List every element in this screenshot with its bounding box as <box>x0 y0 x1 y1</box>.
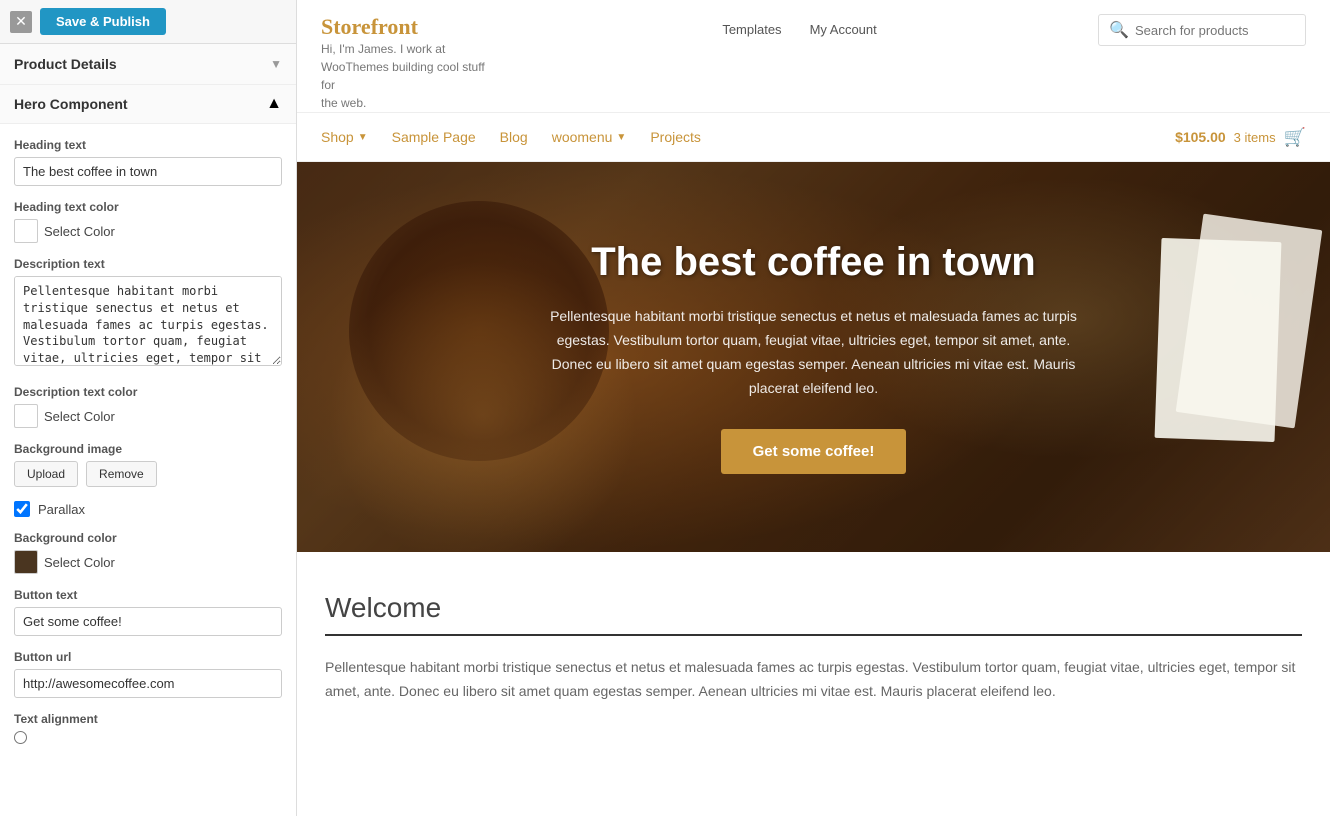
button-url-field: Button url <box>14 650 282 698</box>
right-panel: Storefront Hi, I'm James. I work at WooT… <box>297 0 1330 816</box>
woomenu-chevron-icon: ▼ <box>616 132 626 143</box>
storefront-subtitle: Hi, I'm James. I work at WooThemes build… <box>321 40 501 112</box>
heading-text-field: Heading text <box>14 138 282 186</box>
cart-amount: $105.00 <box>1175 129 1226 145</box>
product-details-section-header[interactable]: Product Details ▼ <box>0 44 296 85</box>
background-image-field: Background image Upload Remove <box>14 442 282 487</box>
description-color-row: Select Color <box>14 404 282 428</box>
background-color-label: Background color <box>14 531 282 545</box>
description-color-swatch[interactable] <box>14 404 38 428</box>
button-text-label: Button text <box>14 588 282 602</box>
hero-component-section-header[interactable]: Hero Component ▲ <box>0 85 296 124</box>
background-color-row: Select Color <box>14 550 282 574</box>
description-color-field: Description text color Select Color <box>14 385 282 428</box>
storefront-header: Storefront Hi, I'm James. I work at WooT… <box>297 0 1330 113</box>
left-panel: ✕ Save & Publish Product Details ▼ Hero … <box>0 0 297 816</box>
templates-nav-link[interactable]: Templates <box>722 22 781 37</box>
main-nav-links: Shop ▼ Sample Page Blog woomenu ▼ Projec… <box>321 113 701 161</box>
welcome-divider <box>325 634 1302 636</box>
close-button[interactable]: ✕ <box>10 11 32 33</box>
heading-color-label: Heading text color <box>14 200 282 214</box>
description-text-label: Description text <box>14 257 282 271</box>
text-align-left-radio[interactable] <box>14 731 27 744</box>
button-text-input[interactable] <box>14 607 282 636</box>
background-color-select-label[interactable]: Select Color <box>44 555 115 570</box>
heading-text-label: Heading text <box>14 138 282 152</box>
storefront-nav: Templates My Account <box>722 14 876 37</box>
cart-icon[interactable]: 🛒 <box>1284 127 1306 148</box>
storefront-search: 🔍 <box>1098 14 1306 46</box>
parallax-field: Parallax <box>14 501 282 517</box>
background-color-swatch[interactable] <box>14 550 38 574</box>
description-color-select-label[interactable]: Select Color <box>44 409 115 424</box>
background-color-field: Background color Select Color <box>14 531 282 574</box>
blog-nav-link[interactable]: Blog <box>500 113 528 161</box>
description-color-label: Description text color <box>14 385 282 399</box>
cart-info: $105.00 3 items 🛒 <box>1175 127 1306 148</box>
hero-section: The best coffee in town Pellentesque hab… <box>297 162 1330 552</box>
panel-fields: Heading text Heading text color Select C… <box>0 124 296 758</box>
shop-nav-link[interactable]: Shop ▼ <box>321 113 368 161</box>
upload-button[interactable]: Upload <box>14 461 78 487</box>
welcome-body: Pellentesque habitant morbi tristique se… <box>325 656 1302 704</box>
cart-count: 3 items <box>1234 130 1276 145</box>
heading-color-select-label[interactable]: Select Color <box>44 224 115 239</box>
heading-color-row: Select Color <box>14 219 282 243</box>
hero-description: Pellentesque habitant morbi tristique se… <box>544 305 1084 400</box>
sample-page-nav-link[interactable]: Sample Page <box>392 113 476 161</box>
storefront-brand: Storefront Hi, I'm James. I work at WooT… <box>321 14 501 112</box>
save-publish-button[interactable]: Save & Publish <box>40 8 166 35</box>
hero-component-title: Hero Component <box>14 96 128 112</box>
description-text-field: Description text Pellentesque habitant m… <box>14 257 282 371</box>
heading-text-input[interactable] <box>14 157 282 186</box>
search-icon: 🔍 <box>1109 20 1129 40</box>
welcome-title: Welcome <box>325 592 1302 624</box>
text-alignment-label: Text alignment <box>14 712 282 726</box>
text-alignment-field: Text alignment <box>14 712 282 744</box>
parallax-label: Parallax <box>38 502 85 517</box>
parallax-checkbox[interactable] <box>14 501 30 517</box>
button-url-label: Button url <box>14 650 282 664</box>
top-bar: ✕ Save & Publish <box>0 0 296 44</box>
hero-heading: The best coffee in town <box>544 240 1084 285</box>
search-input[interactable] <box>1135 23 1295 38</box>
product-details-arrow: ▼ <box>270 57 282 71</box>
product-details-title: Product Details <box>14 56 117 72</box>
button-url-input[interactable] <box>14 669 282 698</box>
storefront-title: Storefront <box>321 14 501 40</box>
heading-color-swatch[interactable] <box>14 219 38 243</box>
background-image-label: Background image <box>14 442 282 456</box>
woomenu-nav-link[interactable]: woomenu ▼ <box>552 113 627 161</box>
description-text-input[interactable]: Pellentesque habitant morbi tristique se… <box>14 276 282 366</box>
heading-color-field: Heading text color Select Color <box>14 200 282 243</box>
hero-button[interactable]: Get some coffee! <box>721 429 907 474</box>
background-image-buttons: Upload Remove <box>14 461 282 487</box>
my-account-nav-link[interactable]: My Account <box>810 22 877 37</box>
shop-chevron-icon: ▼ <box>358 132 368 143</box>
hero-content: The best coffee in town Pellentesque hab… <box>524 240 1104 473</box>
projects-nav-link[interactable]: Projects <box>650 113 701 161</box>
remove-button[interactable]: Remove <box>86 461 157 487</box>
welcome-section: Welcome Pellentesque habitant morbi tris… <box>297 552 1330 724</box>
main-nav: Shop ▼ Sample Page Blog woomenu ▼ Projec… <box>297 113 1330 162</box>
parallax-row: Parallax <box>14 501 282 517</box>
hero-component-arrow: ▲ <box>266 95 282 113</box>
button-text-field: Button text <box>14 588 282 636</box>
